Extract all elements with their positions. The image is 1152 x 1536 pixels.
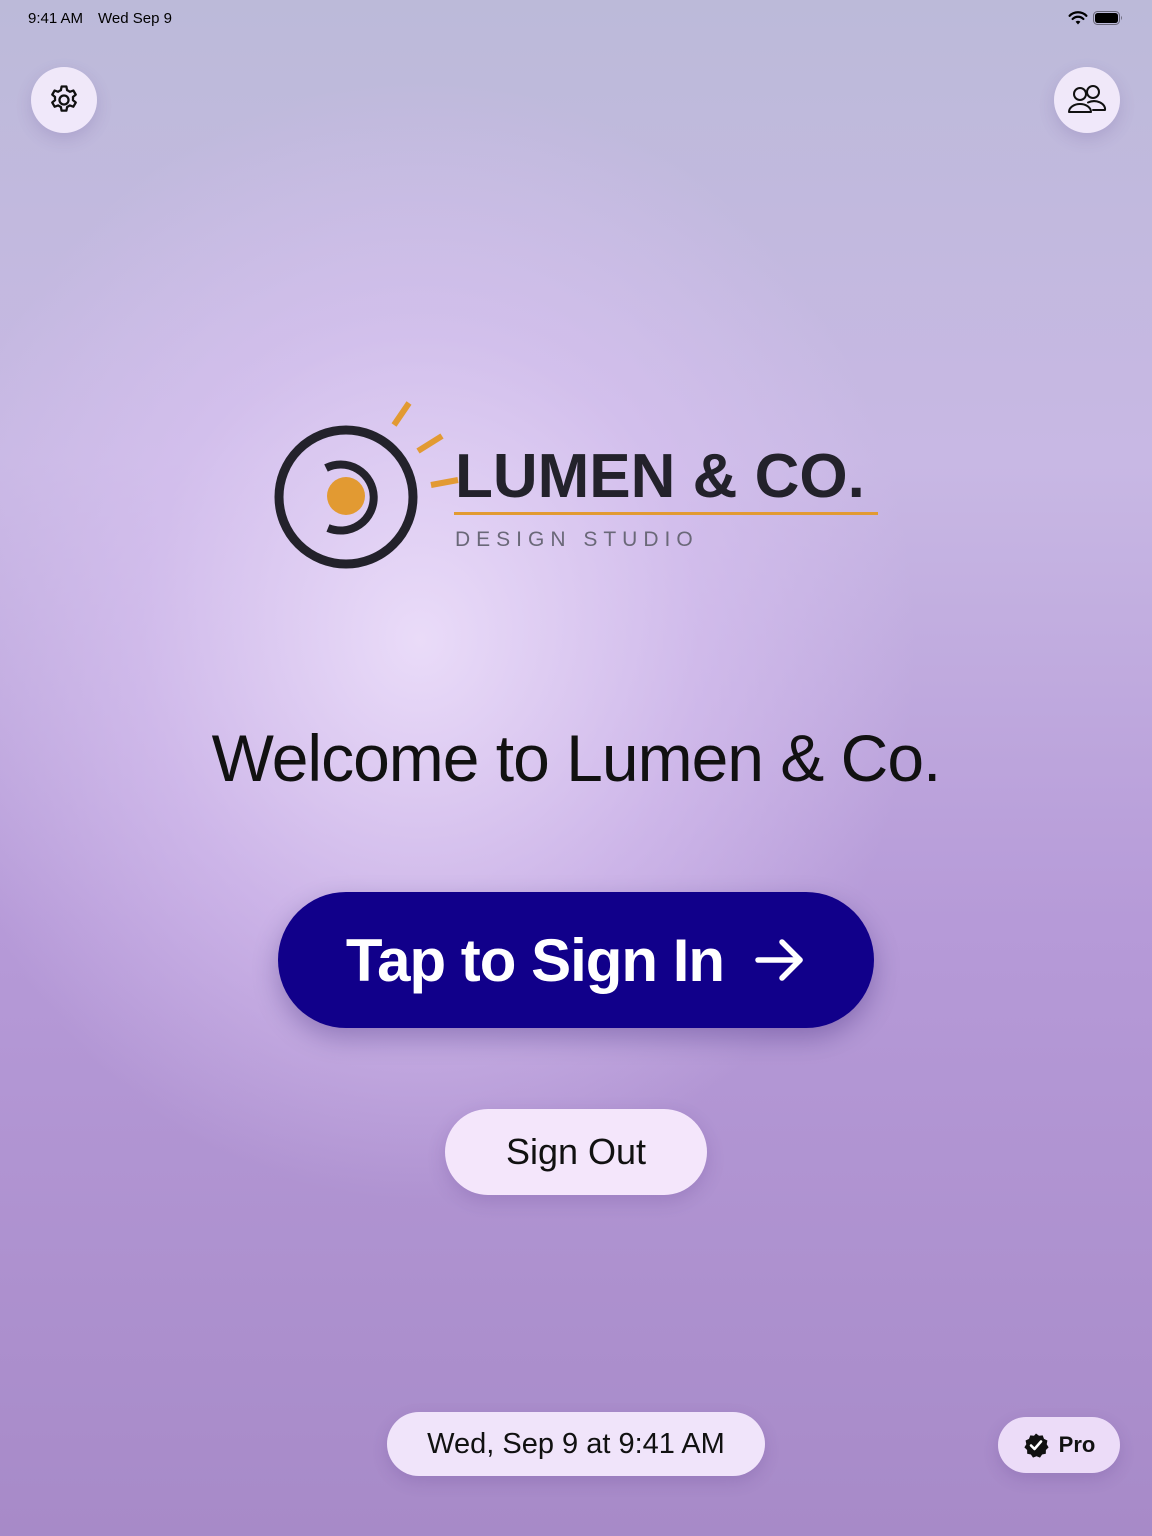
settings-button[interactable] (31, 67, 97, 133)
sign-in-button[interactable]: Tap to Sign In (278, 892, 874, 1028)
pro-label: Pro (1058, 1432, 1096, 1457)
arrow-right-icon (755, 939, 803, 981)
people-icon (1068, 85, 1107, 113)
pro-badge[interactable]: Pro (998, 1417, 1120, 1473)
logo-wordmark: LUMEN & CO. (455, 442, 865, 511)
sign-out-label: Sign Out (505, 1131, 647, 1172)
battery-icon (1093, 11, 1122, 25)
wifi-icon (1068, 11, 1088, 25)
sign-out-button[interactable]: Sign Out (445, 1109, 707, 1195)
welcome-heading: Welcome to Lumen & Co. (211, 721, 942, 795)
logo-tagline: DESIGN STUDIO (455, 528, 699, 551)
datetime-label: Wed, Sep 9 at 9:41 AM (427, 1427, 725, 1460)
datetime-pill: Wed, Sep 9 at 9:41 AM (387, 1412, 765, 1476)
status-date: Wed Sep 9 (98, 10, 172, 27)
status-bar: 9:41 AM Wed Sep 9 (0, 0, 1152, 36)
accounts-button[interactable] (1054, 67, 1120, 133)
sign-in-label: Tap to Sign In (345, 926, 725, 994)
status-time: 9:41 AM (28, 10, 84, 27)
verified-check-icon (1024, 1433, 1049, 1458)
logo-underline (454, 512, 878, 515)
gear-icon (51, 85, 77, 112)
